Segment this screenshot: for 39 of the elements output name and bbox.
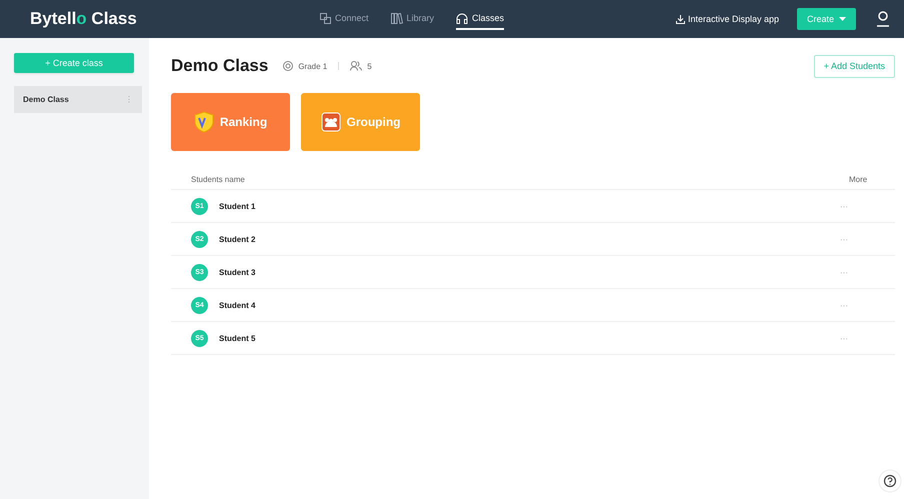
more-menu[interactable]: ···	[840, 202, 895, 210]
student-name: Student 2	[219, 234, 256, 244]
column-header: More	[849, 174, 868, 184]
student-count: 5	[367, 62, 372, 70]
class-list-item[interactable]: Demo Class ⋮	[14, 86, 142, 113]
tool-card[interactable]: Ranking	[171, 93, 290, 151]
more-menu[interactable]: ···	[840, 334, 895, 342]
student-name: Student 1	[219, 202, 256, 210]
people-icon	[350, 61, 362, 71]
shield-icon	[194, 111, 214, 133]
student-name: Student 3	[219, 268, 256, 276]
student-name: Student 5	[219, 334, 256, 342]
tool-card[interactable]: Grouping	[301, 93, 420, 151]
logo[interactable]: Bytello Class	[30, 9, 137, 29]
books-icon	[390, 12, 403, 24]
grade-label: Grade 1	[298, 62, 328, 70]
create-class-button[interactable]: + Create class	[14, 53, 134, 73]
student-name: Student 4	[219, 300, 256, 310]
more-menu[interactable]: ···	[840, 300, 895, 310]
more-menu[interactable]: ···	[840, 268, 895, 276]
column-header: Students name	[191, 174, 245, 184]
more-menu[interactable]: ···	[840, 234, 895, 244]
headset-icon	[456, 12, 468, 24]
class-title: Demo Class	[171, 56, 268, 76]
more-menu[interactable]: ⋮	[125, 95, 133, 104]
group-icon	[320, 112, 340, 132]
copy-icon	[320, 12, 331, 24]
nav-tab[interactable]: Classes	[456, 8, 504, 30]
help-icon[interactable]	[878, 469, 902, 493]
user-icon[interactable]	[876, 11, 890, 27]
caret-icon	[839, 17, 846, 21]
nav-tab[interactable]: Connect	[320, 8, 369, 30]
download-link[interactable]: Interactive Display app	[676, 14, 779, 24]
download-icon	[676, 14, 685, 24]
class-name: Demo Class	[23, 95, 69, 104]
create-button[interactable]: Create	[796, 8, 856, 30]
add-students-button[interactable]: + Add Students	[814, 54, 895, 78]
badge-icon	[283, 61, 294, 71]
nav-tab[interactable]: Library	[390, 8, 434, 30]
